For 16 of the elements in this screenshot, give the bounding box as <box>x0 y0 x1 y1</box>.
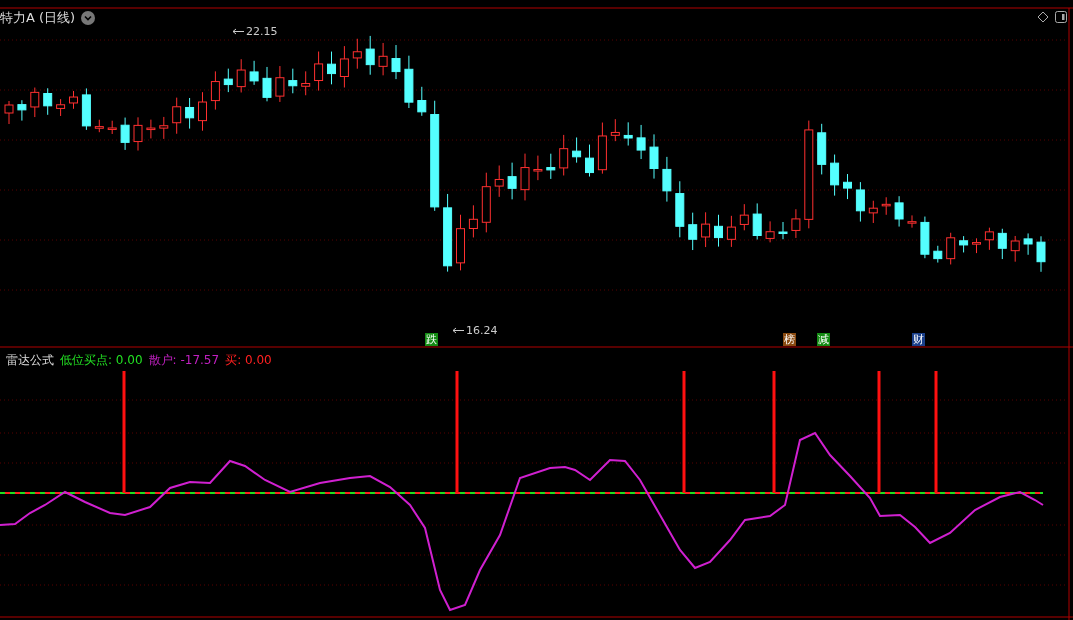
arrow-icon <box>232 28 244 35</box>
legend-item: 散户: -17.57 <box>148 352 220 369</box>
price-label: 16.24 <box>466 324 498 337</box>
indicator-name: 雷达公式 <box>6 352 54 369</box>
price-label: 22.15 <box>246 25 278 38</box>
event-marker[interactable]: 减 <box>817 333 830 346</box>
diamond-icon[interactable] <box>1037 11 1049 23</box>
legend-item: 买: 0.00 <box>225 352 272 369</box>
event-marker[interactable]: 财 <box>912 333 925 346</box>
legend-item: 低位买点: 0.00 <box>60 352 143 369</box>
arrow-icon <box>452 327 464 334</box>
chart-title: 特力A (日线) <box>0 9 76 27</box>
dropdown-icon[interactable] <box>81 11 96 25</box>
event-marker[interactable]: 跌 <box>425 333 438 346</box>
event-marker[interactable]: 榜 <box>783 333 796 346</box>
panel-toggle-icon[interactable] <box>1055 11 1067 23</box>
